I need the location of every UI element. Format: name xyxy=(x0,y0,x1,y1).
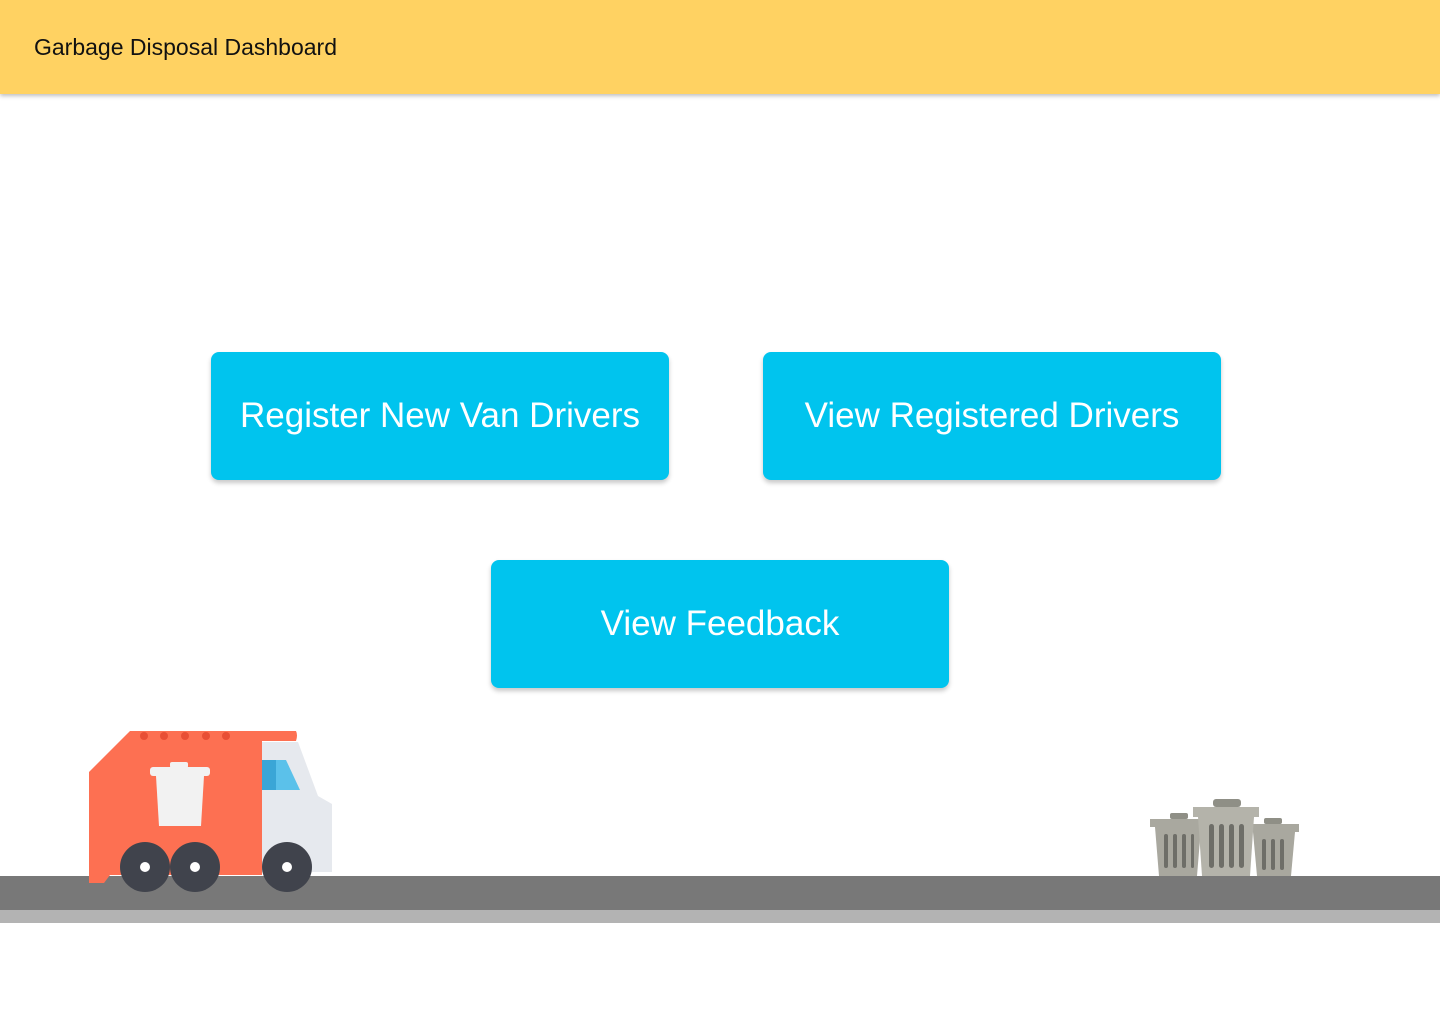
view-registered-drivers-button[interactable]: View Registered Drivers xyxy=(763,352,1221,480)
page-title: Garbage Disposal Dashboard xyxy=(34,34,338,60)
app-header: Garbage Disposal Dashboard xyxy=(0,0,1440,94)
illustration-scene xyxy=(0,720,1440,930)
view-feedback-button[interactable]: View Feedback xyxy=(491,560,949,688)
register-new-van-drivers-button[interactable]: Register New Van Drivers xyxy=(211,352,669,480)
scene-illustration xyxy=(0,731,1440,923)
road xyxy=(0,876,1440,923)
trash-cans-icon xyxy=(1150,799,1299,876)
garbage-truck-icon xyxy=(89,731,332,892)
